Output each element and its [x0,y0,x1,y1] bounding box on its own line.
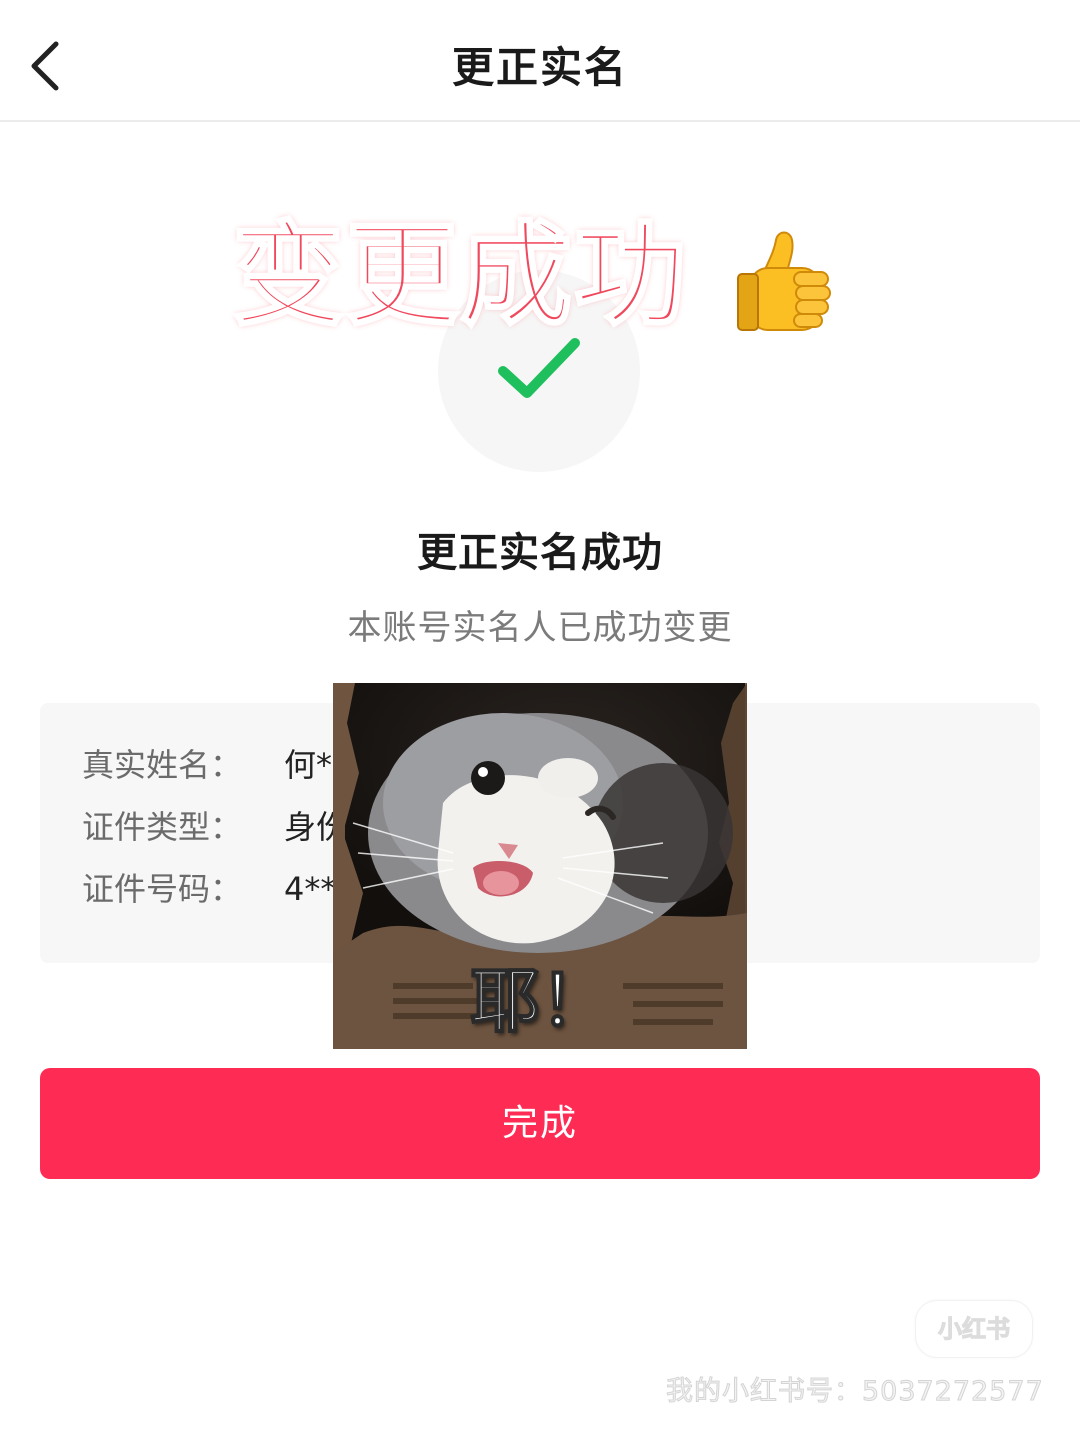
result-title: 更正实名成功 [417,530,663,576]
info-label: 证件号码： [82,870,243,908]
page-title: 更正实名 [451,43,628,92]
info-label: 真实姓名： [82,746,243,784]
nav-header: 更正实名 [0,0,1080,122]
success-banner: 变更成功 [231,206,852,346]
info-label: 证件类型： [82,808,243,846]
thumbs-up-icon [737,231,831,331]
banner-text: 变更成功 [231,210,688,343]
info-row-id-type: 证件类型： 身份 [82,802,348,852]
info-value: 何* [284,746,333,784]
watermark-text: 我的小红书号：5037272577 [666,1376,1044,1408]
info-row-id-number: 证件号码： 4** [82,864,336,914]
info-row-name: 真实姓名： 何* [82,740,332,790]
done-button[interactable]: 完成 [40,1068,1040,1179]
app-screen: 更正实名 变更成功 更正实名成功 本账号实名人已成功变更 真实姓名： 何* 证件… [0,0,1080,1440]
meme-caption: 耶！ [469,959,611,1043]
cat-meme-sticker: 耶！ [333,683,747,1049]
info-value: 4** [284,870,337,908]
watermark-logo: 小红书 [915,1300,1033,1358]
result-subtitle: 本账号实名人已成功变更 [347,608,733,648]
